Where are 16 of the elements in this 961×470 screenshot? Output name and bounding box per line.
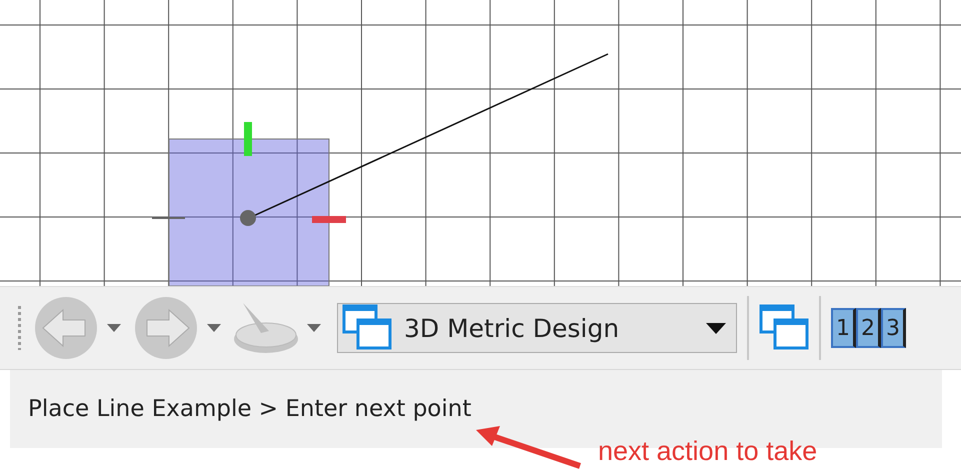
annotation-text: next action to take [598, 436, 818, 467]
windows-icon [342, 304, 392, 352]
caret-icon[interactable] [207, 324, 221, 332]
view-windows-button[interactable] [759, 304, 809, 352]
back-button[interactable] [33, 295, 99, 361]
view-number-button[interactable]: 2 [856, 308, 881, 348]
status-prompt: Place Line Example > Enter next point [28, 396, 472, 422]
windows-icon [759, 304, 809, 352]
view-dropdown[interactable]: 3D Metric Design [337, 303, 737, 353]
caret-icon[interactable] [107, 324, 121, 332]
view-number-button[interactable]: 1 [831, 308, 856, 348]
view-number-button[interactable]: 3 [881, 308, 906, 348]
caret-icon[interactable] [307, 324, 321, 332]
caret-icon [706, 322, 726, 334]
toolbar-grip[interactable] [18, 306, 21, 350]
forward-button[interactable] [133, 295, 199, 361]
